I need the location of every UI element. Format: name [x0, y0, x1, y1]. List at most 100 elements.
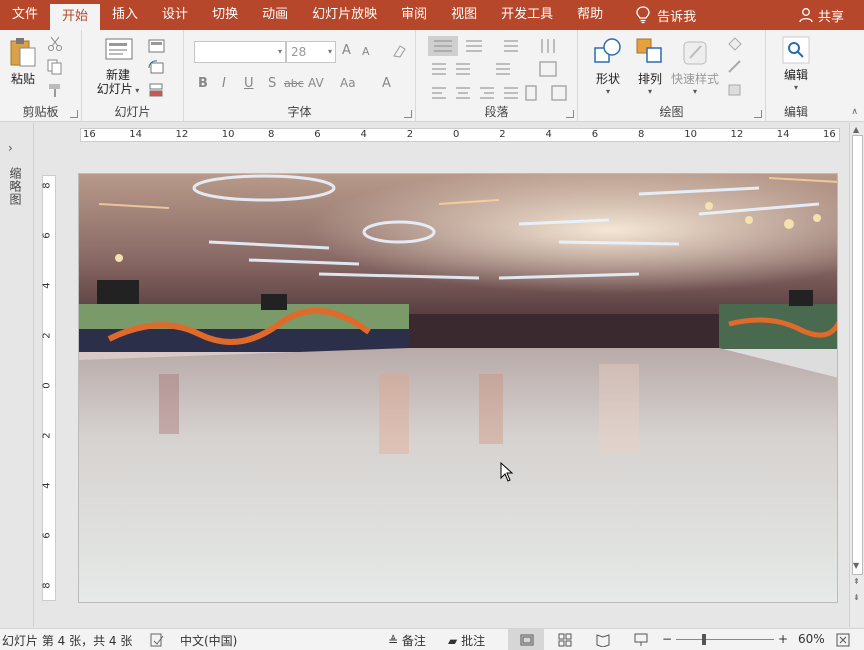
editing-button[interactable]: 编辑 ▾	[776, 36, 816, 92]
thumbnail-pane: › 缩略图	[0, 123, 34, 627]
share-button[interactable]: 共享	[798, 0, 844, 30]
scroll-up-icon[interactable]: ▲	[853, 125, 859, 134]
slide-sorter-icon[interactable]	[558, 633, 572, 647]
tab-5[interactable]: 动画	[250, 0, 300, 30]
zoom-slider-thumb[interactable]	[702, 634, 706, 645]
next-slide-icon[interactable]: ⇟	[853, 593, 860, 602]
new-slide-label-1: 新建	[105, 68, 130, 82]
ruler-tick-v: 8	[41, 582, 53, 589]
ruler-tick-h: 4	[360, 129, 367, 140]
ruler-tick-h: 16	[83, 129, 96, 140]
slideshow-icon[interactable]	[634, 633, 648, 647]
clipboard-group-label: 剪贴板	[22, 105, 59, 119]
underline-button[interactable]: U	[244, 76, 254, 91]
rink-photo	[79, 174, 837, 602]
ruler-tick-h: 6	[591, 129, 599, 140]
fit-to-window-icon[interactable]	[836, 633, 850, 647]
shape-fill-icon[interactable]	[726, 36, 744, 52]
scrollbar-thumb[interactable]	[852, 135, 863, 575]
clear-formatting-icon[interactable]	[390, 43, 408, 59]
tab-4[interactable]: 切换	[200, 0, 250, 30]
new-slide-icon	[105, 38, 133, 60]
comments-button[interactable]: ▰ 批注	[448, 632, 485, 649]
tab-8[interactable]: 视图	[439, 0, 489, 30]
tab-3[interactable]: 设计	[150, 0, 200, 30]
paste-icon	[10, 38, 36, 67]
thumbnail-pane-title: 缩略图	[8, 167, 22, 206]
reading-view-icon[interactable]	[596, 633, 610, 647]
tab-6[interactable]: 幻灯片放映	[300, 0, 389, 30]
ruler-tick-v: 4	[41, 482, 53, 489]
paragraph-group-label: 段落	[484, 105, 509, 119]
copy-icon[interactable]	[46, 59, 64, 75]
clipboard-launcher[interactable]	[70, 110, 78, 118]
ribbon-tab-bar: 文件 开始 插入 设计 切换 动画 幻灯片放映 审阅 视图 开发工具 帮助 告诉我 共享	[0, 0, 864, 30]
font-color-button[interactable]: A	[382, 76, 391, 91]
change-case-button[interactable]: Aa	[340, 76, 356, 90]
font-name-box[interactable]: ▾	[194, 41, 286, 63]
tab-0[interactable]: 文件	[0, 0, 50, 30]
section-icon[interactable]	[148, 82, 166, 98]
font-size-box[interactable]: 28 ▾	[286, 41, 336, 63]
paragraph-controls[interactable]	[426, 36, 586, 106]
char-spacing-button[interactable]: AV	[308, 76, 324, 90]
ruler-tick-v: 4	[41, 282, 53, 289]
ruler-tick-v: 2	[41, 432, 53, 439]
tab-7[interactable]: 审阅	[389, 0, 439, 30]
ruler-tick-h: 10	[221, 129, 235, 140]
spellcheck-icon[interactable]	[150, 633, 164, 647]
shapes-button[interactable]: 形状 ▾	[588, 36, 628, 96]
share-label: 共享	[817, 9, 844, 25]
editing-group: 编辑 ▾ 编辑	[766, 30, 826, 122]
vertical-scrollbar[interactable]: ▲ ▼ ⇞ ⇟	[849, 123, 864, 627]
person-icon	[799, 8, 813, 23]
previous-slide-icon[interactable]: ⇞	[853, 577, 860, 586]
expand-thumbnails-icon[interactable]: ›	[8, 141, 13, 155]
notes-button[interactable]: ≜ 备注	[388, 632, 426, 649]
drawing-launcher[interactable]	[754, 110, 762, 118]
bold-button[interactable]: B	[198, 76, 208, 91]
notes-label: 备注	[401, 634, 426, 648]
strikethrough-button[interactable]: abc	[284, 77, 304, 90]
shape-outline-icon[interactable]	[726, 59, 744, 75]
cut-icon[interactable]	[46, 36, 64, 52]
scroll-down-icon[interactable]: ▼	[853, 561, 859, 570]
paragraph-launcher[interactable]	[566, 110, 574, 118]
tab-2[interactable]: 插入	[100, 0, 150, 30]
arrange-button[interactable]: 排列 ▾	[632, 36, 668, 96]
ruler-tick-v: 8	[41, 182, 53, 189]
tab-10[interactable]: 帮助	[565, 0, 615, 30]
zoom-slider[interactable]	[676, 639, 774, 640]
shape-effects-icon[interactable]	[726, 82, 744, 98]
italic-button[interactable]: I	[222, 76, 226, 91]
tab-1[interactable]: 开始	[50, 4, 101, 30]
new-slide-label-2: 幻灯片	[96, 82, 133, 96]
comments-label: 批注	[461, 634, 486, 648]
reset-icon[interactable]	[148, 60, 166, 76]
zoom-level[interactable]: 60%	[798, 632, 825, 646]
paste-button[interactable]: 粘贴	[6, 36, 40, 87]
quick-styles-button[interactable]: 快速样式 ▾	[670, 36, 720, 96]
shadow-button[interactable]: S	[268, 76, 276, 91]
collapse-ribbon-button[interactable]: ∧	[851, 107, 858, 117]
tab-9[interactable]: 开发工具	[489, 0, 565, 30]
ruler-tick-h: 4	[545, 129, 552, 140]
new-slide-button[interactable]: 新建 幻灯片 ▾	[90, 36, 146, 98]
ruler-tick-h: 14	[129, 129, 142, 140]
arrange-icon	[636, 38, 662, 63]
zoom-in-button[interactable]: +	[778, 632, 788, 646]
ruler-tick-h: 8	[268, 129, 275, 140]
paste-label: 粘贴	[10, 72, 35, 86]
ribbon: 粘贴 剪贴板 新建 幻灯片 ▾ 幻灯片 ▾ 28 ▾ A A B I U S a…	[0, 30, 864, 122]
format-painter-icon[interactable]	[46, 82, 64, 98]
language-indicator[interactable]: 中文(中国)	[180, 632, 237, 649]
shrink-font-button[interactable]: A	[362, 45, 370, 58]
zoom-out-button[interactable]: −	[662, 632, 672, 646]
tell-me-box[interactable]: 告诉我	[623, 0, 696, 30]
normal-view-icon	[520, 634, 534, 646]
slide-canvas[interactable]	[78, 173, 838, 603]
grow-font-button[interactable]: A	[342, 43, 351, 58]
font-launcher[interactable]	[404, 110, 412, 118]
layout-icon[interactable]	[148, 38, 166, 54]
quick-styles-icon	[683, 41, 707, 65]
